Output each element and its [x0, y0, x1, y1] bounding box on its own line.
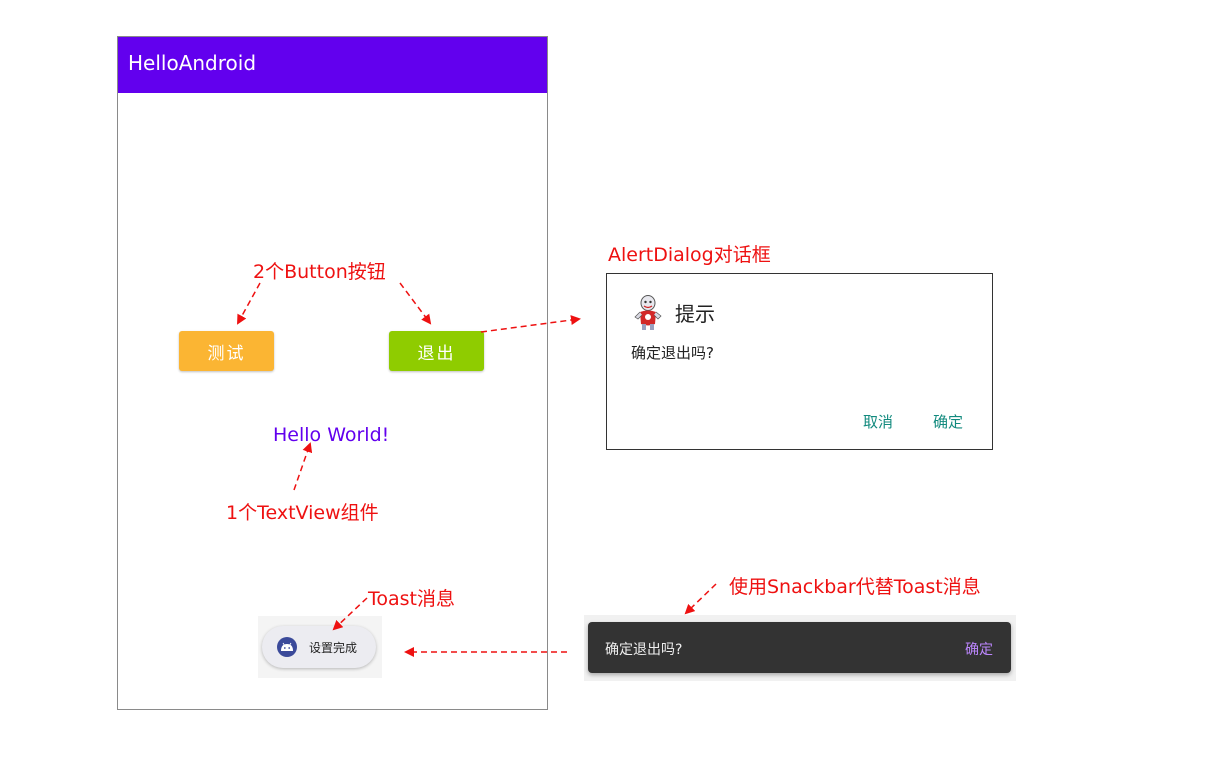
test-button[interactable]: 测试 — [179, 331, 274, 371]
dialog-message: 确定退出吗? — [631, 344, 714, 362]
annotation-buttons: 2个Button按钮 — [253, 261, 386, 283]
dialog-cancel-button[interactable]: 取消 — [863, 411, 893, 432]
snackbar-action-button[interactable]: 确定 — [965, 639, 993, 659]
hello-textview: Hello World! — [273, 424, 390, 446]
app-title: HelloAndroid — [128, 51, 257, 75]
annotation-snackbar: 使用Snackbar代替Toast消息 — [729, 576, 981, 598]
toast-text: 设置完成 — [309, 640, 358, 655]
dialog-ok-button[interactable]: 确定 — [933, 411, 963, 432]
dialog-title: 提示 — [675, 302, 715, 326]
annotation-toast: Toast消息 — [368, 588, 455, 610]
android-icon — [277, 637, 297, 657]
arrow-to-snackbar — [684, 583, 717, 615]
alert-dialog: 提示 确定退出吗? 取消 确定 — [606, 273, 993, 450]
snackbar-message: 确定退出吗? — [605, 642, 683, 658]
annotation-textview: 1个TextView组件 — [226, 502, 379, 524]
mascot-icon — [633, 294, 663, 332]
annotation-dialog: AlertDialog对话框 — [608, 244, 771, 266]
app-bar: HelloAndroid — [118, 37, 547, 93]
snackbar: 确定退出吗? 确定 — [588, 622, 1011, 673]
toast-message: 设置完成 — [262, 626, 376, 668]
exit-button[interactable]: 退出 — [389, 331, 484, 371]
phone-screen: HelloAndroid 测试 退出 Hello World! — [117, 36, 548, 710]
